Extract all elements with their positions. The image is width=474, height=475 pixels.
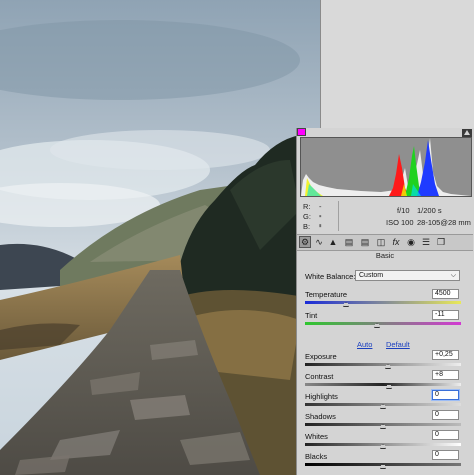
temperature-label: Temperature bbox=[305, 290, 348, 299]
blacks-input[interactable]: 0 bbox=[432, 450, 459, 460]
temperature-input[interactable]: 4500 bbox=[432, 289, 459, 299]
default-link[interactable]: Default bbox=[386, 340, 410, 349]
red-readout: R: --- bbox=[303, 202, 322, 229]
camera-calibration-icon[interactable]: ◉ bbox=[405, 236, 417, 248]
detail-icon[interactable]: ▲ bbox=[327, 236, 339, 248]
contrast-slider-track[interactable] bbox=[305, 383, 461, 386]
contrast-input[interactable]: +8 bbox=[432, 370, 459, 380]
chevron-down-icon: ⌵ bbox=[450, 272, 456, 279]
presets-icon[interactable]: ☰ bbox=[420, 236, 432, 248]
exposure-slider-track[interactable] bbox=[305, 363, 461, 366]
panel-title: Basic bbox=[375, 251, 395, 260]
photo-preview[interactable] bbox=[0, 0, 320, 475]
panel-tabs: ⚙ ∿ ▲ ▤ ▤ ◫ fx ◉ ☰ ❐ bbox=[297, 234, 473, 251]
basic-icon[interactable]: ⚙ bbox=[299, 236, 311, 248]
highlights-label: Highlights bbox=[305, 392, 338, 401]
red-label: R: bbox=[303, 202, 311, 211]
blacks-label: Blacks bbox=[305, 452, 328, 461]
highlights-slider-thumb[interactable] bbox=[380, 404, 386, 409]
green-label: G: bbox=[303, 212, 311, 221]
effects-icon[interactable]: fx bbox=[390, 236, 402, 248]
temperature-slider-thumb[interactable] bbox=[342, 302, 349, 307]
temperature-slider-track[interactable] bbox=[305, 301, 461, 304]
readout-divider bbox=[338, 201, 339, 231]
histogram bbox=[300, 137, 472, 197]
tint-label: Tint bbox=[305, 311, 318, 320]
hsl-icon[interactable]: ▤ bbox=[343, 236, 355, 248]
exposure-input[interactable]: +0,25 bbox=[432, 350, 459, 360]
snapshots-icon[interactable]: ❐ bbox=[435, 236, 447, 248]
split-toning-icon[interactable]: ▤ bbox=[359, 236, 371, 248]
exposure-slider-thumb[interactable] bbox=[384, 364, 391, 369]
exposure-label: Exposure bbox=[305, 352, 337, 361]
aperture: f/10 bbox=[397, 206, 410, 215]
landscape-photo bbox=[0, 0, 320, 475]
tint-slider-track[interactable] bbox=[305, 322, 461, 325]
tone-curve-icon[interactable]: ∿ bbox=[313, 236, 325, 248]
highlight-clipping-warning-icon[interactable] bbox=[462, 129, 472, 137]
white-balance-label: White Balance: bbox=[305, 272, 356, 281]
auto-link[interactable]: Auto bbox=[357, 340, 372, 349]
lens-corrections-icon[interactable]: ◫ bbox=[375, 236, 387, 248]
white-balance-select[interactable]: Custom ⌵ bbox=[355, 270, 460, 281]
whites-label: Whites bbox=[305, 432, 328, 441]
shadow-clipping-warning-icon[interactable] bbox=[297, 128, 306, 136]
shutter-speed: 1/200 s bbox=[417, 206, 442, 215]
blacks-slider-thumb[interactable] bbox=[380, 464, 386, 469]
tint-slider-thumb[interactable] bbox=[373, 323, 380, 328]
shadows-slider-thumb[interactable] bbox=[380, 424, 386, 429]
whites-input[interactable]: 0 bbox=[432, 430, 459, 440]
shadows-input[interactable]: 0 bbox=[432, 410, 459, 420]
camera-info: R: --- G: --- B: --- f/10 1/200 s ISO 10… bbox=[300, 199, 472, 249]
contrast-label: Contrast bbox=[305, 372, 334, 381]
whites-slider-thumb[interactable] bbox=[380, 444, 386, 449]
canvas-background bbox=[320, 0, 474, 128]
blue-readout: B: --- bbox=[303, 222, 322, 249]
green-readout: G: --- bbox=[303, 212, 322, 239]
lens: 28-105@28 mm bbox=[417, 218, 471, 227]
contrast-slider-thumb[interactable] bbox=[386, 384, 393, 389]
white-balance-value: Custom bbox=[359, 272, 384, 279]
iso: ISO 100 bbox=[386, 218, 414, 227]
highlights-input[interactable]: 0 bbox=[432, 390, 459, 400]
blue-label: B: bbox=[303, 222, 311, 231]
shadows-label: Shadows bbox=[305, 412, 336, 421]
tint-input[interactable]: -11 bbox=[432, 310, 459, 320]
